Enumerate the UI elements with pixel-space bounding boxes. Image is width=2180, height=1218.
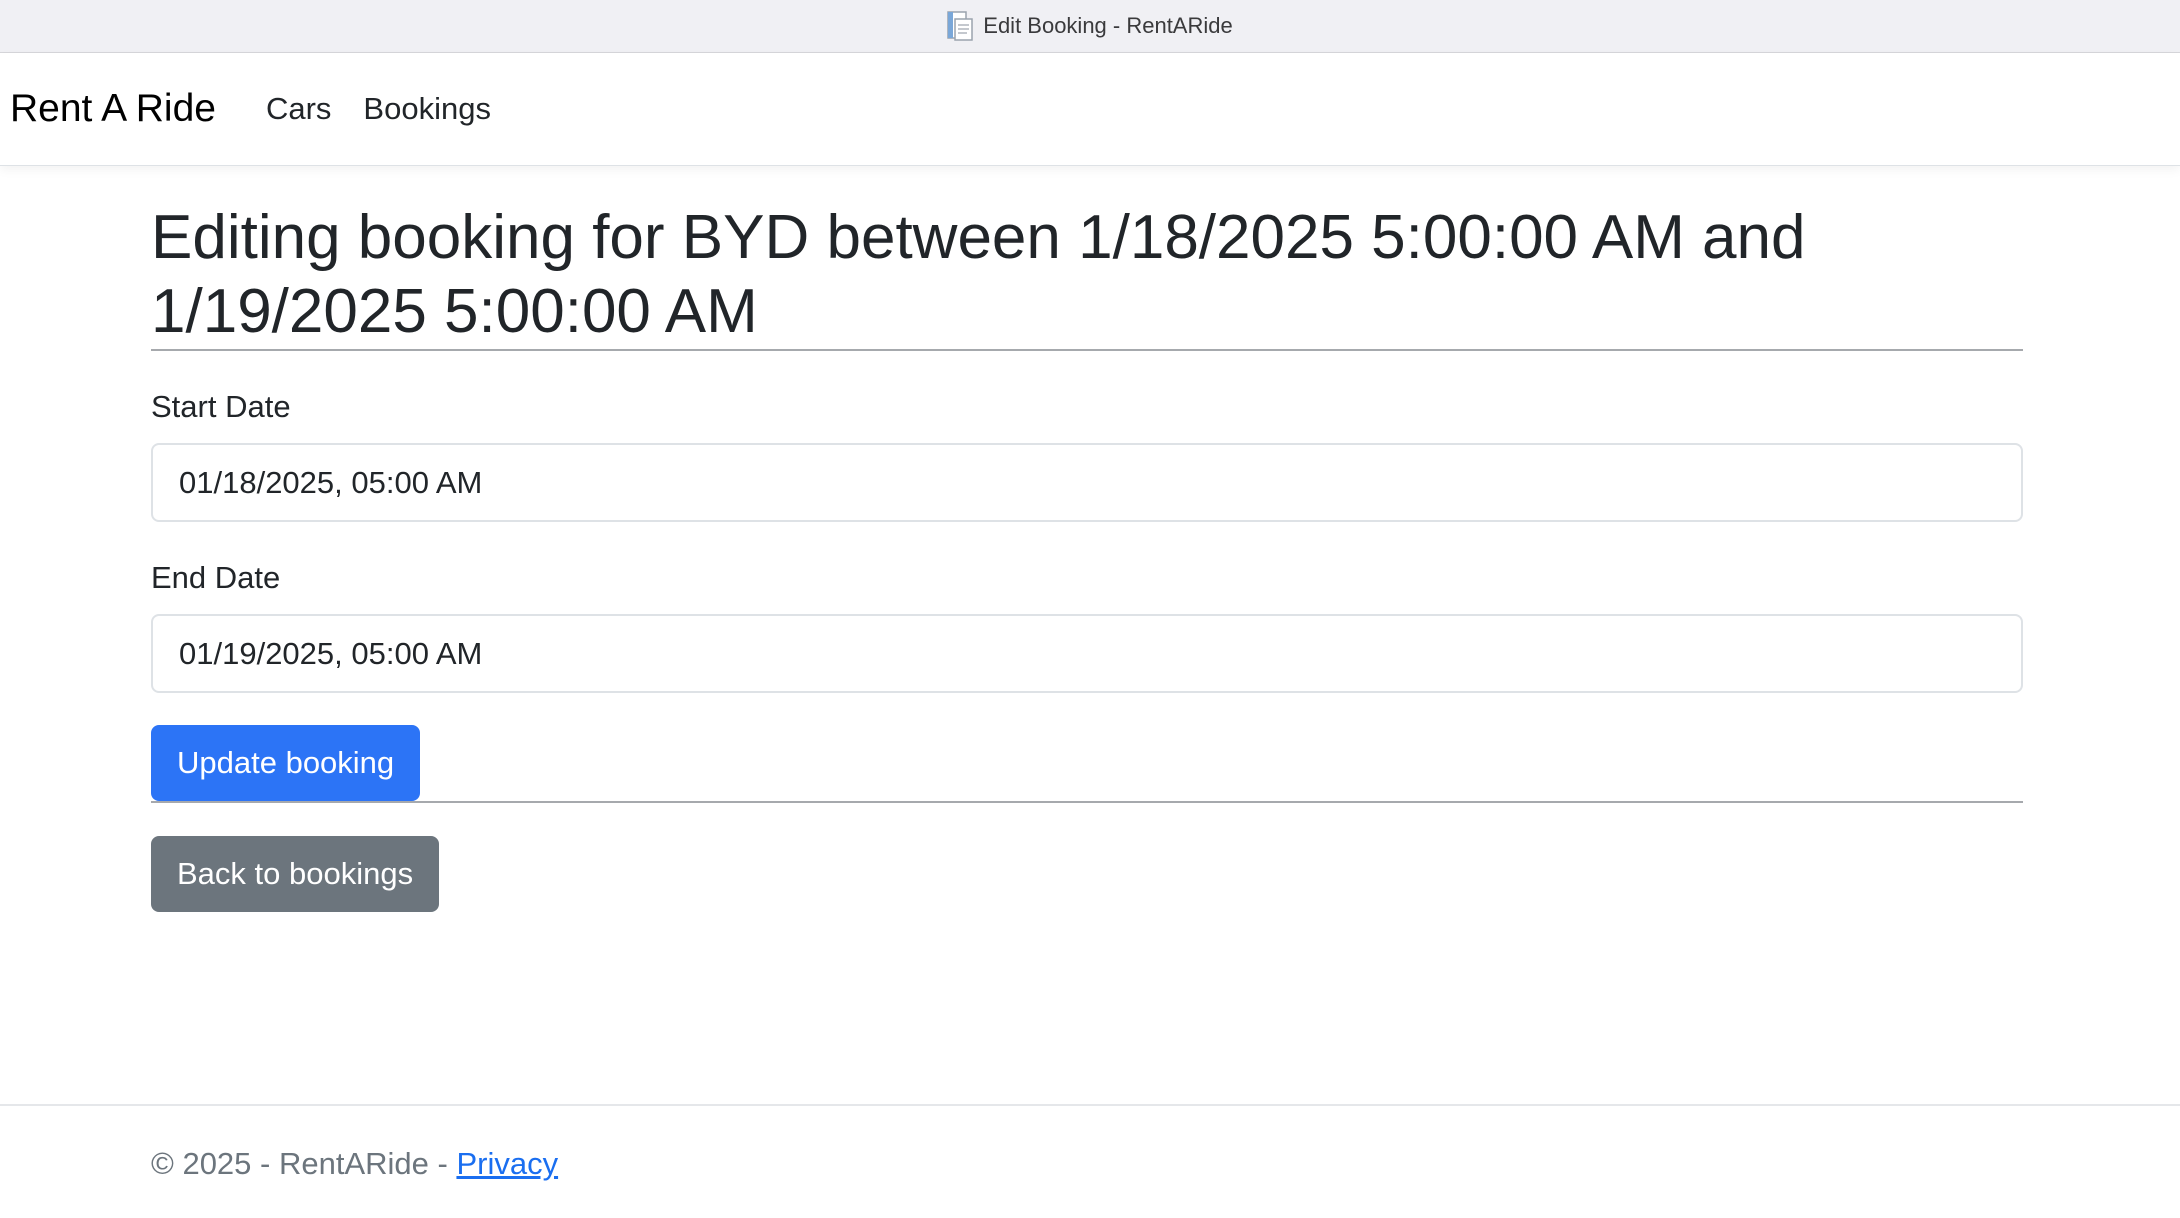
document-icon — [947, 11, 974, 41]
edit-booking-form: Start Date 01/18/2025, 05:00 AM End Date… — [151, 389, 2023, 801]
end-date-label: End Date — [151, 560, 281, 595]
nav-link-bookings[interactable]: Bookings — [363, 91, 491, 127]
start-date-label: Start Date — [151, 389, 291, 424]
footer-text: © 2025 - RentARide - Privacy — [151, 1146, 558, 1182]
top-navbar: Rent A Ride Cars Bookings — [0, 53, 2180, 166]
update-booking-button[interactable]: Update booking — [151, 725, 421, 801]
back-to-bookings-button[interactable]: Back to bookings — [151, 836, 440, 912]
copyright-text: © 2025 - RentARide - — [151, 1146, 457, 1181]
page-title: Editing booking for BYD between 1/18/202… — [151, 203, 1806, 346]
start-date-input[interactable]: 01/18/2025, 05:00 AM — [151, 443, 2023, 522]
page-footer: © 2025 - RentARide - Privacy — [0, 1104, 2180, 1218]
divider-top — [151, 349, 2023, 351]
nav-link-cars[interactable]: Cars — [266, 91, 331, 127]
window-title: Edit Booking - RentARide — [983, 13, 1233, 38]
window-titlebar: Edit Booking - RentARide — [0, 0, 2180, 53]
divider-bottom — [151, 801, 2023, 803]
privacy-link[interactable]: Privacy — [456, 1146, 558, 1181]
end-date-input[interactable]: 01/19/2025, 05:00 AM — [151, 614, 2023, 693]
main-content: Editing booking for BYD between 1/18/202… — [151, 165, 2023, 912]
brand-link[interactable]: Rent A Ride — [10, 87, 216, 131]
